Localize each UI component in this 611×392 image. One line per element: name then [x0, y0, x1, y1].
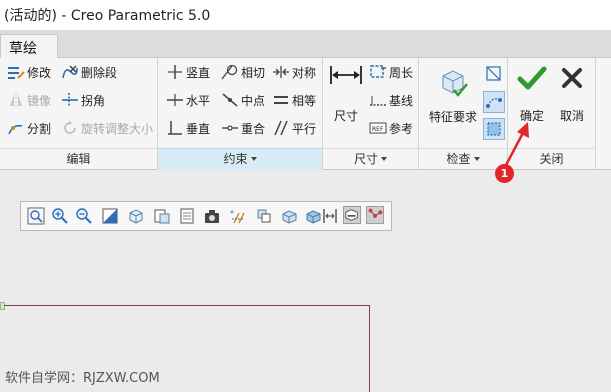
callout-arrow	[503, 122, 529, 168]
callout-badge: 1	[495, 164, 514, 183]
